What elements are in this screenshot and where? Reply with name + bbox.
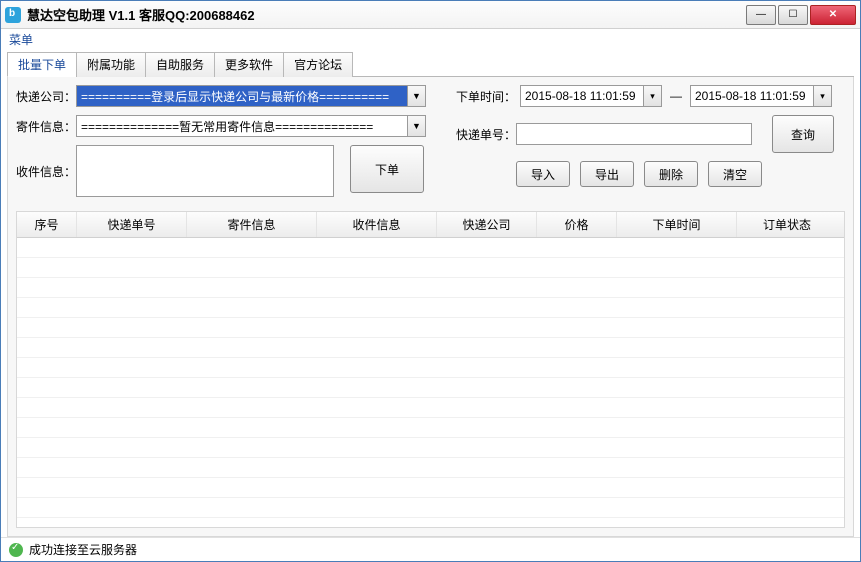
time-from-combo[interactable]: ▾ (520, 85, 662, 107)
table-row (17, 278, 844, 298)
query-button[interactable]: 查询 (772, 115, 834, 153)
app-icon (5, 7, 21, 23)
column-header[interactable]: 订单状态 (737, 212, 837, 237)
import-button[interactable]: 导入 (516, 161, 570, 187)
table-row (17, 418, 844, 438)
column-header[interactable]: 价格 (537, 212, 617, 237)
label-order-time: 下单时间： (456, 88, 516, 105)
menubar: 菜单 (1, 29, 860, 49)
column-header[interactable]: 下单时间 (617, 212, 737, 237)
export-button[interactable]: 导出 (580, 161, 634, 187)
column-header[interactable]: 收件信息 (317, 212, 437, 237)
recv-info-textarea[interactable] (76, 145, 334, 197)
table-row (17, 298, 844, 318)
table-row (17, 338, 844, 358)
table-row (17, 238, 844, 258)
table-row (17, 318, 844, 338)
time-to-combo[interactable]: ▾ (690, 85, 832, 107)
table-row (17, 378, 844, 398)
time-to-input[interactable] (690, 85, 814, 107)
status-text: 成功连接至云服务器 (29, 541, 137, 558)
tracking-no-input[interactable] (516, 123, 752, 145)
table-row (17, 498, 844, 518)
table-body (17, 238, 844, 528)
table-row (17, 458, 844, 478)
delete-button[interactable]: 删除 (644, 161, 698, 187)
tabstrip: 批量下单附属功能自助服务更多软件官方论坛 (7, 51, 854, 77)
tab-0[interactable]: 批量下单 (7, 52, 77, 77)
tab-1[interactable]: 附属功能 (76, 52, 146, 77)
label-tracking-no: 快递单号： (456, 126, 516, 143)
table-row (17, 438, 844, 458)
time-from-input[interactable] (520, 85, 644, 107)
table-header: 序号快递单号寄件信息收件信息快递公司价格下单时间订单状态 (17, 212, 844, 238)
express-company-input[interactable] (76, 85, 408, 107)
clear-button[interactable]: 清空 (708, 161, 762, 187)
app-window: 慧达空包助理 V1.1 客服QQ:200688462 — ☐ ✕ 菜单 批量下单… (0, 0, 861, 562)
titlebar: 慧达空包助理 V1.1 客服QQ:200688462 — ☐ ✕ (1, 1, 860, 29)
dropdown-icon[interactable]: ▾ (814, 85, 832, 107)
column-header[interactable]: 快递单号 (77, 212, 187, 237)
close-button[interactable]: ✕ (810, 5, 856, 25)
label-recv-info: 收件信息： (16, 145, 76, 180)
table-row (17, 398, 844, 418)
tab-2[interactable]: 自助服务 (145, 52, 215, 77)
menu-item-main[interactable]: 菜单 (9, 33, 33, 47)
statusbar: 成功连接至云服务器 (1, 537, 860, 561)
window-title: 慧达空包助理 V1.1 客服QQ:200688462 (27, 5, 255, 24)
table-row (17, 358, 844, 378)
tab-4[interactable]: 官方论坛 (283, 52, 353, 77)
place-order-button[interactable]: 下单 (350, 145, 424, 193)
minimize-button[interactable]: — (746, 5, 776, 25)
table-row (17, 478, 844, 498)
column-header[interactable]: 寄件信息 (187, 212, 317, 237)
dropdown-icon[interactable]: ▼ (408, 85, 426, 107)
label-express-company: 快递公司： (16, 88, 76, 105)
label-sender-info: 寄件信息： (16, 118, 76, 135)
column-header[interactable]: 序号 (17, 212, 77, 237)
main-panel: 快递公司： ▼ 寄件信息： ▼ 收件信息： (7, 77, 854, 537)
dropdown-icon[interactable]: ▾ (644, 85, 662, 107)
maximize-button[interactable]: ☐ (778, 5, 808, 25)
order-table: 序号快递单号寄件信息收件信息快递公司价格下单时间订单状态 (16, 211, 845, 528)
sender-info-combo[interactable]: ▼ (76, 115, 426, 137)
sender-info-input[interactable] (76, 115, 408, 137)
table-row (17, 258, 844, 278)
time-dash: — (666, 89, 686, 103)
column-header[interactable]: 快递公司 (437, 212, 537, 237)
tab-3[interactable]: 更多软件 (214, 52, 284, 77)
express-company-combo[interactable]: ▼ (76, 85, 426, 107)
cloud-ok-icon (9, 543, 23, 557)
dropdown-icon[interactable]: ▼ (408, 115, 426, 137)
